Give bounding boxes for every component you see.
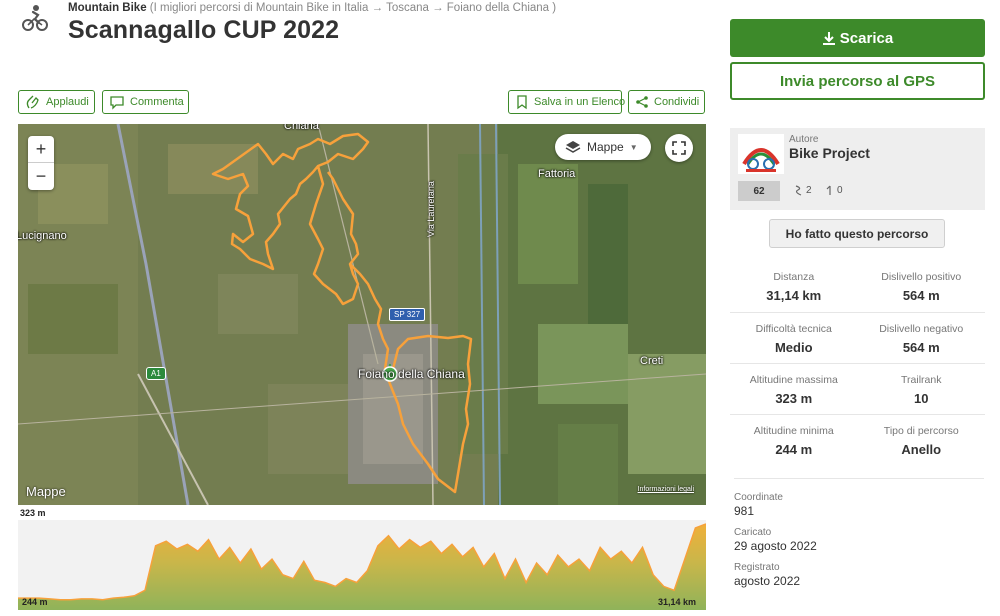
stat-value: 244 m xyxy=(775,442,813,457)
stat-value: 564 m xyxy=(902,340,940,355)
commenta-button[interactable]: Commenta xyxy=(102,90,189,114)
uploaded-value: 29 agosto 2022 xyxy=(734,539,817,553)
save-to-list-label: Salva in un Elenco xyxy=(534,96,626,108)
uploaded-label: Caricato xyxy=(734,527,772,538)
road-shield-a1: A1 xyxy=(146,367,166,380)
map-brand: Mappe xyxy=(26,484,66,499)
stat-value: Medio xyxy=(774,340,813,355)
stat-min-altitude: Altitudine minima 244 m xyxy=(730,415,858,465)
share-label: Condividi xyxy=(654,96,700,108)
stat-value: 323 m xyxy=(775,391,813,406)
stat-label: Distanza xyxy=(773,271,815,283)
share-icon xyxy=(636,96,648,108)
follower-icon xyxy=(826,185,831,195)
stat-elevation-loss: Dislivello negativo 564 m xyxy=(858,313,986,363)
save-to-list-button[interactable]: Salva in un Elenco xyxy=(508,90,626,114)
fullscreen-icon xyxy=(672,141,686,155)
stat-label: Tipo di percorso xyxy=(883,425,959,437)
bookmark-icon xyxy=(517,95,527,110)
stat-label: Trailrank xyxy=(901,374,942,386)
author-logo xyxy=(738,134,784,174)
road-shield-sp327: SP 327 xyxy=(389,308,426,321)
stat-label: Altitudine massima xyxy=(749,374,838,386)
breadcrumb-category[interactable]: Mountain Bike xyxy=(68,2,147,14)
stat-label: Dislivello positivo xyxy=(881,271,962,283)
mountain-bike-icon xyxy=(22,5,48,31)
stat-label: Altitudine minima xyxy=(753,425,834,437)
author-followers-count: 0 xyxy=(837,185,843,196)
download-label: Scarica xyxy=(839,29,894,47)
applaudi-button[interactable]: Applaudi xyxy=(18,90,95,114)
elevation-distance-label: 31,14 km xyxy=(658,597,697,607)
map-legal-link[interactable]: Informazioni legali xyxy=(638,486,694,493)
map-layer-selector[interactable]: Mappe ▼ xyxy=(555,134,651,160)
zoom-out-button[interactable]: − xyxy=(28,163,54,190)
stat-route-type: Tipo di percorso Anello xyxy=(858,415,986,465)
layers-icon xyxy=(565,141,581,153)
stats-row: Altitudine massima 323 m Trailrank 10 xyxy=(730,363,985,414)
stat-max-altitude: Altitudine massima 323 m xyxy=(730,364,858,414)
author-badge: 62 xyxy=(738,181,780,201)
map-label-lucignano: Lucignano xyxy=(18,230,67,242)
commenta-label: Commenta xyxy=(130,96,184,108)
coords-label: Coordinate xyxy=(734,492,783,503)
coords-value: 981 xyxy=(734,504,755,518)
chevron-down-icon: ▼ xyxy=(629,142,638,152)
elevation-min-label: 244 m xyxy=(22,597,48,607)
stats-row: Distanza 31,14 km Dislivello positivo 564 … xyxy=(730,261,985,312)
download-icon xyxy=(822,32,835,45)
zoom-control: + − xyxy=(28,136,54,190)
map-label-town: Foiano della Chiana xyxy=(358,367,465,381)
stat-difficulty: Difficoltà tecnica Medio xyxy=(730,313,858,363)
breadcrumb: Mountain Bike (I migliori percorsi di Mo… xyxy=(68,2,556,14)
recorded-value: agosto 2022 xyxy=(734,574,801,588)
author-caption: Autore xyxy=(789,134,819,145)
elevation-max-label: 323 m xyxy=(20,508,46,518)
map-label-chiana: Chiana xyxy=(284,124,319,132)
stat-value: 564 m xyxy=(902,288,940,303)
stats-row: Difficoltà tecnica Medio Dislivello negat… xyxy=(730,312,985,363)
map-label-fattoria: Fattoria xyxy=(538,168,576,180)
done-this-route-button[interactable]: Ho fatto questo percorso xyxy=(769,219,945,248)
elevation-profile-chart[interactable] xyxy=(18,520,706,610)
author-followers: 0 xyxy=(826,185,843,196)
satellite-map-image xyxy=(18,124,706,505)
route-stats: Distanza 31,14 km Dislivello positivo 564 … xyxy=(730,261,985,465)
page-title: Scannagallo CUP 2022 xyxy=(68,16,340,44)
route-meta: Coordinate 981 Caricato 29 agosto 2022 R… xyxy=(734,478,984,597)
zoom-in-button[interactable]: + xyxy=(28,136,54,163)
share-button[interactable]: Condividi xyxy=(628,90,705,114)
stat-trailrank: Trailrank 10 xyxy=(858,364,986,414)
stat-value: Anello xyxy=(901,442,942,457)
stat-elevation-gain: Dislivello positivo 564 m xyxy=(858,261,986,312)
stats-row: Altitudine minima 244 m Tipo di percorso A… xyxy=(730,414,985,465)
author-card[interactable]: Autore Bike Project 62 2 0 xyxy=(730,128,985,210)
download-button[interactable]: Scarica xyxy=(730,19,985,57)
author-routes-count: 2 xyxy=(806,185,812,196)
map-label-creti: Creti xyxy=(640,355,664,367)
author-name[interactable]: Bike Project xyxy=(789,145,870,161)
recorded-label: Registrato xyxy=(734,562,780,573)
stat-label: Difficoltà tecnica xyxy=(755,323,832,335)
stat-distance: Distanza 31,14 km xyxy=(730,261,858,312)
route-icon xyxy=(795,185,802,196)
clap-icon xyxy=(26,95,39,109)
fullscreen-button[interactable] xyxy=(665,134,693,162)
send-to-gps-button[interactable]: Invia percorso al GPS xyxy=(730,62,985,100)
stat-label: Dislivello negativo xyxy=(879,323,964,335)
map-label-street: Via Lauretana xyxy=(425,181,436,237)
breadcrumb-trail[interactable]: (I migliori percorsi di Mountain Bike in… xyxy=(150,2,556,14)
stat-value: 10 xyxy=(914,391,929,406)
author-routes: 2 xyxy=(794,185,812,196)
route-map[interactable]: Chiana Lucignano Fattoria Creti Via Laur… xyxy=(18,124,706,505)
comment-icon xyxy=(110,96,124,110)
stat-value: 31,14 km xyxy=(766,288,822,303)
map-layer-label: Mappe xyxy=(587,140,624,154)
map-brand-label: Mappe xyxy=(26,484,66,499)
applaudi-label: Applaudi xyxy=(46,96,89,108)
